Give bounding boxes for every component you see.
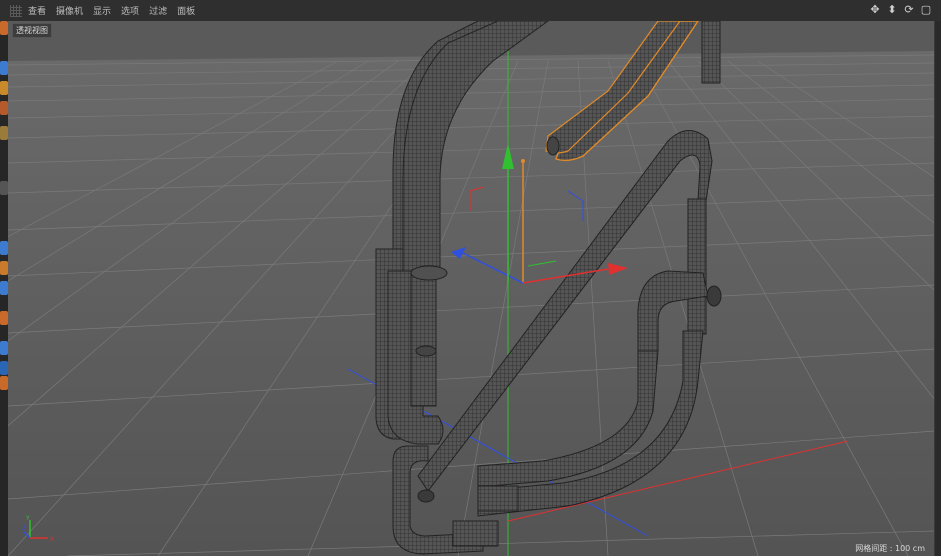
tool-points-icon[interactable] bbox=[0, 181, 8, 195]
rotate-view-icon[interactable]: ⟳ bbox=[902, 3, 916, 17]
move-view-icon[interactable]: ✥ bbox=[868, 3, 882, 17]
view-name-label: 透视视图 bbox=[12, 23, 52, 38]
tool-snap-icon[interactable] bbox=[0, 311, 8, 325]
menu-display[interactable]: 显示 bbox=[93, 4, 111, 17]
panel-grip-icon[interactable] bbox=[10, 4, 22, 17]
menu-camera[interactable]: 摄像机 bbox=[56, 4, 83, 17]
viewport-menubar: 查看 摄像机 显示 选项 过滤 面板 ✥ ⬍ ⟳ ▢ bbox=[0, 0, 941, 22]
grid-spacing-readout: 网格间距 : 100 cm bbox=[855, 544, 925, 553]
tool-axis-icon[interactable] bbox=[0, 341, 8, 355]
gizmo-x-label: X bbox=[50, 536, 54, 543]
toggle-view-icon[interactable]: ▢ bbox=[919, 3, 933, 17]
perspective-viewport[interactable]: Y X Z 网格间距 : 100 cm bbox=[8, 21, 935, 556]
tool-scale-icon[interactable] bbox=[0, 81, 8, 95]
tool-edges-icon[interactable] bbox=[0, 241, 8, 255]
tool-uv-icon[interactable] bbox=[0, 281, 8, 295]
tool-rotate-icon[interactable] bbox=[0, 101, 8, 115]
left-toolbar bbox=[0, 21, 8, 556]
tool-polygons-icon[interactable] bbox=[0, 261, 8, 275]
right-panel-edge bbox=[934, 21, 941, 556]
tool-lock-icon[interactable] bbox=[0, 376, 8, 390]
viewport-scene[interactable] bbox=[8, 21, 935, 556]
menu-view[interactable]: 查看 bbox=[28, 4, 46, 17]
gizmo-z-label: Z bbox=[22, 525, 26, 532]
world-axis-indicator: Y X Z bbox=[22, 514, 62, 544]
gizmo-y-label: Y bbox=[25, 515, 30, 522]
menu-options[interactable]: 选项 bbox=[121, 4, 139, 17]
menu-filter[interactable]: 过滤 bbox=[149, 4, 167, 17]
zoom-view-icon[interactable]: ⬍ bbox=[885, 3, 899, 17]
view-navigation-icons: ✥ ⬍ ⟳ ▢ bbox=[868, 3, 933, 17]
cinema4d-viewport-window: 查看 摄像机 显示 选项 过滤 面板 ✥ ⬍ ⟳ ▢ Y X Z 网格间距: … bbox=[0, 0, 941, 556]
tool-model-icon[interactable] bbox=[0, 126, 8, 140]
menu-panel[interactable]: 面板 bbox=[177, 4, 195, 17]
tool-workplane-icon[interactable] bbox=[0, 361, 8, 375]
tool-move-icon[interactable] bbox=[0, 61, 8, 75]
tool-cube-icon[interactable] bbox=[0, 21, 8, 35]
